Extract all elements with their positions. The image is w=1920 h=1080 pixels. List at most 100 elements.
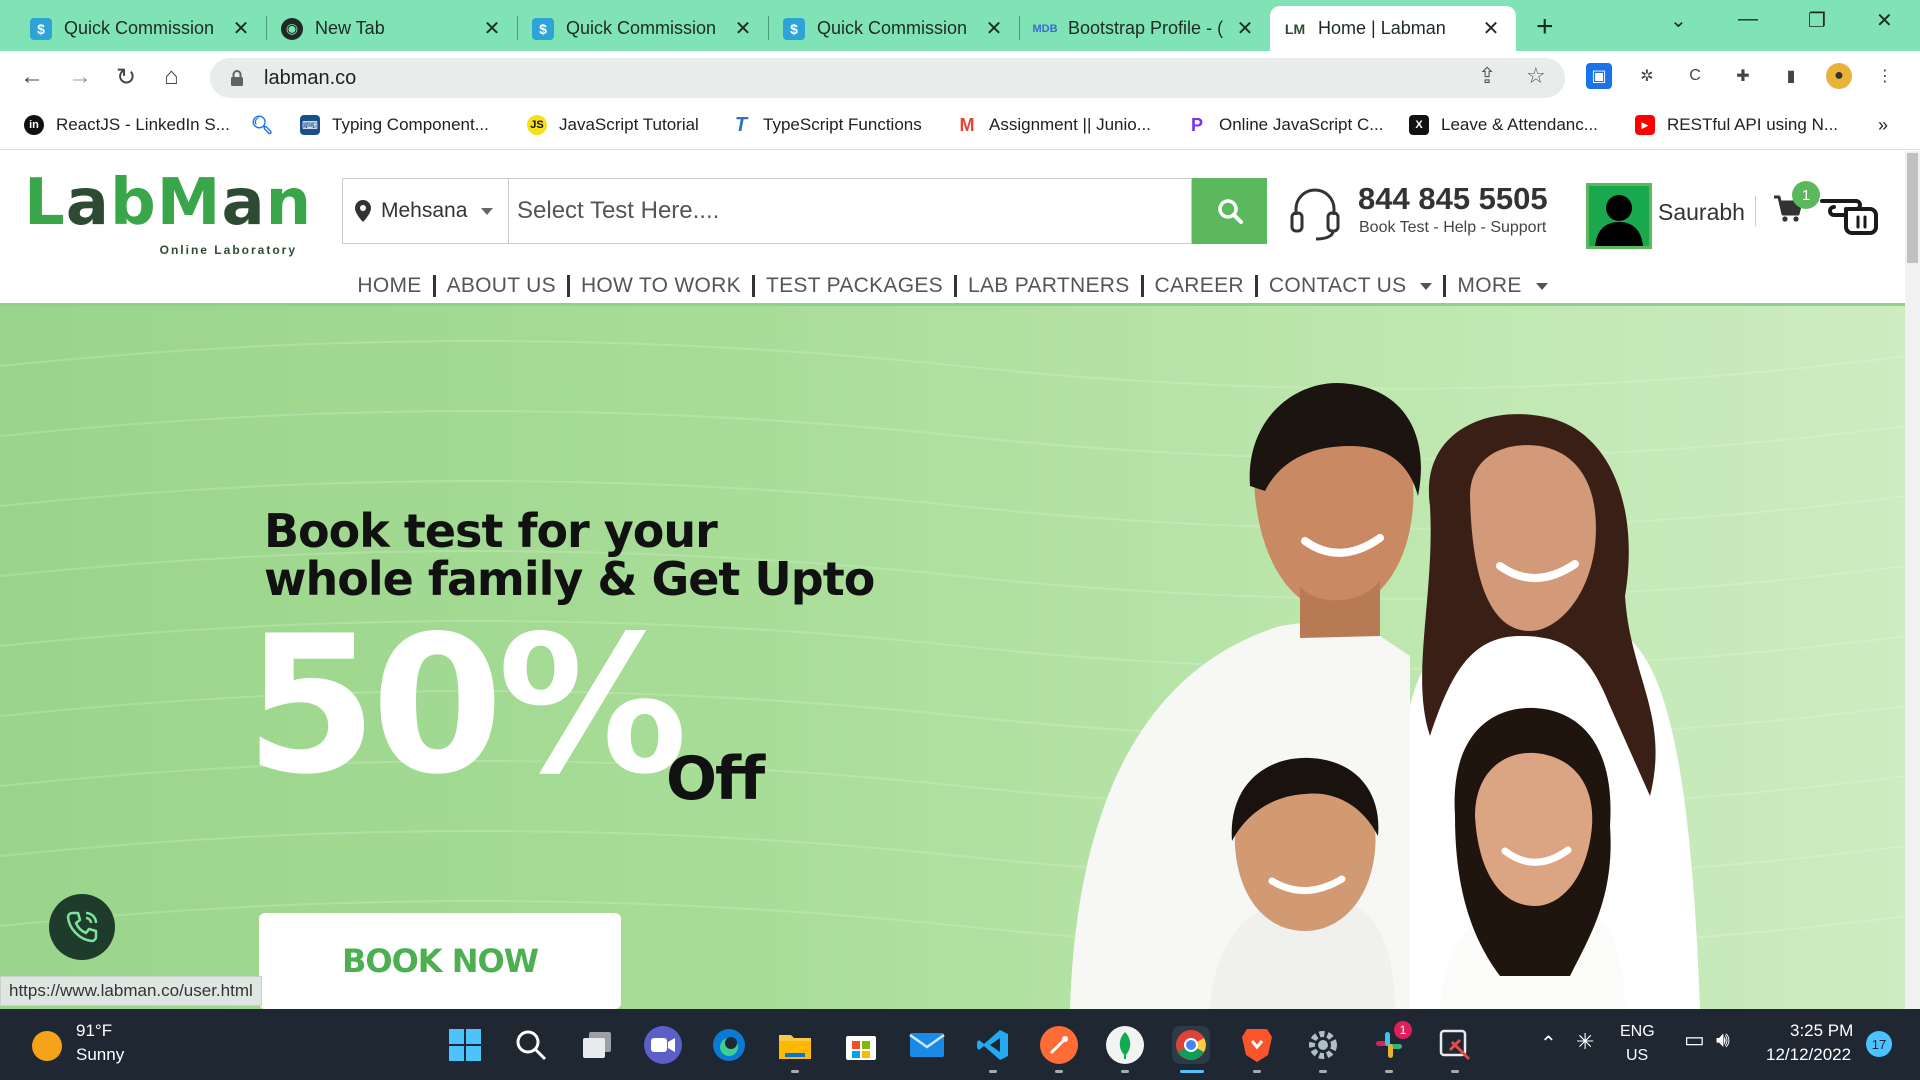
task-view-icon[interactable] bbox=[578, 1026, 616, 1064]
username[interactable]: Saurabh bbox=[1658, 199, 1745, 226]
nav-contact-us[interactable]: CONTACT US bbox=[1258, 274, 1444, 298]
search-icon[interactable] bbox=[512, 1026, 550, 1064]
search-button[interactable] bbox=[1192, 178, 1267, 244]
forward-arrow-icon[interactable]: → bbox=[68, 63, 92, 91]
home-icon[interactable]: ⌂ bbox=[164, 63, 179, 91]
nav-more[interactable]: MORE bbox=[1446, 274, 1558, 298]
bookmark-item[interactable]: M Assignment || Junio... bbox=[957, 115, 1151, 135]
bookmark-item[interactable]: X Leave & Attendanc... bbox=[1409, 115, 1598, 135]
settings-icon[interactable] bbox=[1304, 1026, 1342, 1064]
address-bar[interactable]: labman.co bbox=[210, 58, 1565, 98]
mail-icon[interactable] bbox=[908, 1026, 946, 1064]
minimize-icon[interactable]: — bbox=[1738, 8, 1758, 31]
network-status-icon[interactable]: ✳ bbox=[1576, 1029, 1594, 1055]
browser-tab[interactable]: $ Quick Commission ✕ bbox=[769, 6, 1019, 51]
new-tab-plus-icon[interactable]: + bbox=[1536, 10, 1554, 44]
close-tab-icon[interactable]: ✕ bbox=[1480, 16, 1502, 41]
support-block[interactable]: 844 845 5505 Book Test - Help - Support bbox=[1286, 181, 1556, 247]
profile-avatar-icon[interactable]: ● bbox=[1826, 63, 1852, 89]
mdb-favicon-icon: MDB bbox=[1032, 22, 1058, 35]
support-phone: 844 845 5505 bbox=[1358, 181, 1548, 216]
vscode-icon[interactable] bbox=[974, 1026, 1012, 1064]
bookmark-item[interactable]: in ReactJS - LinkedIn S... bbox=[24, 115, 230, 135]
browser-tab[interactable]: ◉ New Tab ✕ bbox=[267, 6, 517, 51]
browser-tab[interactable]: MDB Bootstrap Profile - ( ✕ bbox=[1020, 6, 1270, 51]
side-panel-icon[interactable]: ▮ bbox=[1778, 63, 1804, 89]
bookmark-label: Typing Component... bbox=[332, 115, 489, 134]
bookmark-item[interactable]: JS JavaScript Tutorial bbox=[527, 115, 699, 135]
postman-icon[interactable] bbox=[1040, 1026, 1078, 1064]
notification-count-badge[interactable]: 17 bbox=[1866, 1031, 1892, 1057]
labman-logo[interactable]: LabMan Online Laboratory bbox=[24, 171, 311, 257]
brave-icon[interactable] bbox=[1238, 1026, 1276, 1064]
close-tab-icon[interactable]: ✕ bbox=[983, 16, 1005, 41]
weather-description[interactable]: Sunny bbox=[76, 1045, 124, 1065]
store-icon[interactable] bbox=[842, 1026, 880, 1064]
phone-call-icon bbox=[66, 911, 98, 943]
teams-icon[interactable] bbox=[644, 1026, 682, 1064]
page-scrollbar[interactable] bbox=[1905, 151, 1920, 1009]
close-window-icon[interactable]: ✕ bbox=[1876, 8, 1893, 33]
browser-tab[interactable]: $ Quick Commission ✕ bbox=[16, 6, 266, 51]
language-top[interactable]: ENG bbox=[1620, 1023, 1655, 1041]
snipping-tool-icon[interactable] bbox=[1436, 1026, 1474, 1064]
browser-tab[interactable]: $ Quick Commission ✕ bbox=[518, 6, 768, 51]
chrome-menu-icon[interactable]: ⋮ bbox=[1872, 63, 1898, 89]
show-hidden-icons-chevron-icon[interactable]: ⌃ bbox=[1540, 1031, 1557, 1056]
close-tab-icon[interactable]: ✕ bbox=[1234, 16, 1256, 41]
dollar-favicon-icon: $ bbox=[532, 17, 554, 40]
volume-icon[interactable]: 🔊︎ bbox=[1716, 1027, 1730, 1053]
extension-bug-icon[interactable]: ✲ bbox=[1634, 63, 1660, 89]
language-bottom[interactable]: US bbox=[1626, 1047, 1648, 1065]
user-avatar[interactable] bbox=[1586, 183, 1652, 249]
bookmark-item[interactable]: T TypeScript Functions bbox=[731, 114, 922, 136]
scrollbar-thumb[interactable] bbox=[1907, 153, 1918, 263]
test-search-input[interactable]: Select Test Here.... bbox=[508, 178, 1192, 244]
edge-icon[interactable] bbox=[710, 1026, 748, 1064]
chrome-icon[interactable] bbox=[1172, 1026, 1210, 1064]
hero-discount-percent: 50% bbox=[245, 595, 688, 816]
share-icon[interactable]: ⇪ bbox=[1478, 63, 1496, 89]
restore-icon[interactable]: ❐ bbox=[1808, 8, 1826, 33]
puzzle-extensions-icon[interactable]: ✚ bbox=[1730, 63, 1756, 89]
back-arrow-icon[interactable]: ← bbox=[20, 63, 44, 91]
nav-career[interactable]: CAREER bbox=[1144, 274, 1255, 298]
clock-date[interactable]: 12/12/2022 bbox=[1766, 1045, 1851, 1065]
address-url: labman.co bbox=[264, 66, 357, 89]
dollar-favicon-icon: $ bbox=[30, 17, 52, 40]
more-bookmarks-chevron[interactable]: » bbox=[1878, 115, 1888, 136]
location-value: Mehsana bbox=[381, 199, 468, 222]
nav-home[interactable]: HOME bbox=[346, 274, 432, 298]
nav-lab-partners[interactable]: LAB PARTNERS bbox=[957, 274, 1141, 298]
clock-time[interactable]: 3:25 PM bbox=[1790, 1021, 1853, 1041]
site-header: LabMan Online Laboratory Mehsana Select … bbox=[0, 151, 1905, 306]
reload-icon[interactable]: ↻ bbox=[116, 63, 136, 92]
call-floating-button[interactable] bbox=[49, 894, 115, 960]
lock-icon bbox=[231, 70, 243, 86]
sun-weather-icon[interactable] bbox=[32, 1031, 62, 1061]
location-select[interactable]: Mehsana bbox=[342, 178, 508, 244]
start-icon[interactable] bbox=[446, 1026, 484, 1064]
app-running-indicator bbox=[1055, 1070, 1063, 1073]
browser-tab-active[interactable]: LM Home | Labman ✕ bbox=[1270, 6, 1516, 51]
extension-icon[interactable]: ▣ bbox=[1586, 63, 1612, 89]
nav-about-us[interactable]: ABOUT US bbox=[436, 274, 567, 298]
nav-how-to-work[interactable]: HOW TO WORK bbox=[570, 274, 752, 298]
book-now-button[interactable]: BOOK NOW bbox=[259, 913, 621, 1009]
mongodb-icon[interactable] bbox=[1106, 1026, 1144, 1064]
display-icon[interactable]: ▭ bbox=[1684, 1027, 1705, 1053]
close-tab-icon[interactable]: ✕ bbox=[230, 16, 252, 41]
bookmark-star-icon[interactable]: ☆ bbox=[1526, 63, 1546, 89]
bookmark-item[interactable]: ▶ RESTful API using N... bbox=[1635, 115, 1838, 135]
tab-search-chevron-icon[interactable]: ⌄ bbox=[1670, 8, 1687, 33]
bookmark-item[interactable]: 🔍︎ bbox=[251, 115, 284, 135]
close-tab-icon[interactable]: ✕ bbox=[732, 16, 754, 41]
bookmark-item[interactable]: P Online JavaScript C... bbox=[1187, 115, 1383, 135]
file-explorer-icon[interactable] bbox=[776, 1026, 814, 1064]
close-tab-icon[interactable]: ✕ bbox=[481, 16, 503, 41]
bookmark-item[interactable]: ⌨ Typing Component... bbox=[300, 115, 489, 135]
slack-notification-badge: 1 bbox=[1394, 1021, 1412, 1039]
nav-test-packages[interactable]: TEST PACKAGES bbox=[755, 274, 954, 298]
weather-temperature[interactable]: 91°F bbox=[76, 1021, 112, 1041]
extension-c-icon[interactable]: C bbox=[1682, 63, 1708, 89]
